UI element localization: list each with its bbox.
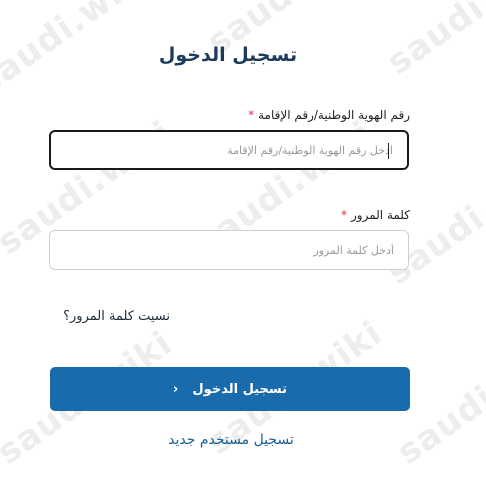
password-label-text: كلمة المرور xyxy=(350,208,410,222)
chevron-left-icon: ‹ xyxy=(173,381,179,397)
required-mark: * xyxy=(340,208,347,222)
login-form: تسجيل الدخول رقم الهوية الوطنية/رقم الإق… xyxy=(0,0,486,497)
id-label-text: رقم الهوية الوطنية/رقم الإقامة xyxy=(258,108,410,122)
password-input[interactable] xyxy=(50,231,408,269)
id-field[interactable] xyxy=(49,130,409,170)
text-caret xyxy=(388,143,389,159)
register-link[interactable]: تسجيل مستخدم جديد xyxy=(0,432,462,448)
password-field[interactable] xyxy=(49,230,409,270)
page: saudi.wiki saudi.wiki saudi.wiki saudi.w… xyxy=(0,0,486,497)
page-title: تسجيل الدخول xyxy=(158,44,298,66)
login-button[interactable]: تسجيل الدخول ‹ xyxy=(50,367,410,411)
id-input[interactable] xyxy=(51,132,407,168)
required-mark: * xyxy=(248,108,255,122)
forgot-password-link[interactable]: نسيت كلمة المرور؟ xyxy=(63,309,170,324)
id-label: رقم الهوية الوطنية/رقم الإقامة* xyxy=(248,108,410,122)
login-button-label: تسجيل الدخول xyxy=(192,381,287,397)
password-label: كلمة المرور* xyxy=(341,208,410,222)
